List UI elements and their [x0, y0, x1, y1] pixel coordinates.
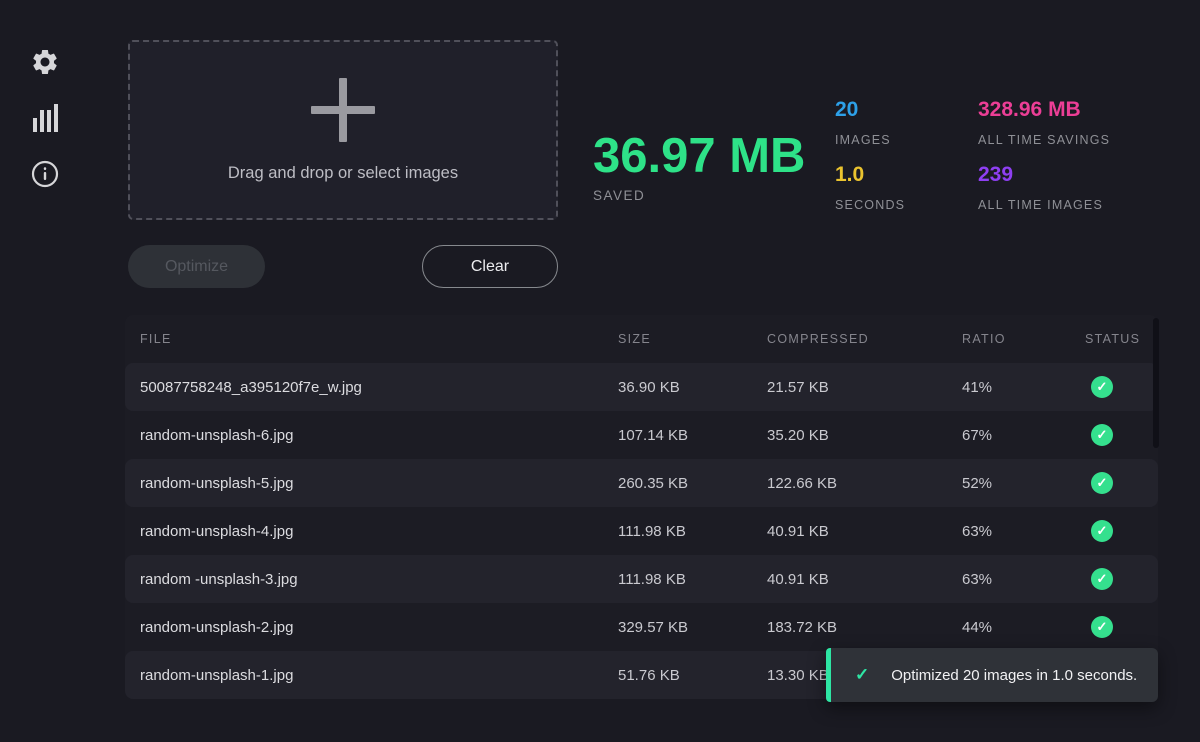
- gear-icon: [30, 47, 60, 77]
- file-name: random-unsplash-4.jpg: [140, 523, 618, 540]
- file-ratio: 63%: [962, 571, 1085, 588]
- optimize-button[interactable]: Optimize: [128, 245, 265, 288]
- file-compressed: 21.57 KB: [767, 379, 962, 396]
- clear-button[interactable]: Clear: [422, 245, 558, 288]
- file-size: 36.90 KB: [618, 379, 767, 396]
- file-size: 51.76 KB: [618, 667, 767, 684]
- file-ratio: 63%: [962, 523, 1085, 540]
- stat-column-session: 20 IMAGES 1.0 SECONDS: [835, 99, 905, 229]
- file-name: random-unsplash-1.jpg: [140, 667, 618, 684]
- file-ratio: 52%: [962, 475, 1085, 492]
- alltime-savings-value: 328.96 MB: [978, 99, 1110, 120]
- table-row[interactable]: random-unsplash-2.jpg 329.57 KB 183.72 K…: [125, 603, 1158, 651]
- stat-column-alltime: 328.96 MB ALL TIME SAVINGS 239 ALL TIME …: [978, 99, 1110, 229]
- file-size: 111.98 KB: [618, 523, 767, 540]
- bar-chart-icon: [31, 102, 59, 134]
- file-table: FILE SIZE COMPRESSED RATIO STATUS 500877…: [125, 315, 1158, 699]
- file-ratio: 44%: [962, 619, 1085, 636]
- column-header-compressed: COMPRESSED: [767, 332, 962, 346]
- file-ratio: 67%: [962, 427, 1085, 444]
- table-row[interactable]: random-unsplash-4.jpg 111.98 KB 40.91 KB…: [125, 507, 1158, 555]
- images-value: 20: [835, 99, 905, 120]
- file-size: 329.57 KB: [618, 619, 767, 636]
- table-row[interactable]: random-unsplash-5.jpg 260.35 KB 122.66 K…: [125, 459, 1158, 507]
- info-icon: [31, 160, 59, 188]
- file-name: random-unsplash-6.jpg: [140, 427, 618, 444]
- file-ratio: 41%: [962, 379, 1085, 396]
- file-name: random-unsplash-2.jpg: [140, 619, 618, 636]
- sidebar-item-info[interactable]: [28, 157, 62, 191]
- file-compressed: 40.91 KB: [767, 523, 962, 540]
- toast-notification: ✓ Optimized 20 images in 1.0 seconds.: [826, 648, 1158, 702]
- table-row[interactable]: 50087758248_a395120f7e_w.jpg 36.90 KB 21…: [125, 363, 1158, 411]
- file-size: 260.35 KB: [618, 475, 767, 492]
- dropzone-label: Drag and drop or select images: [228, 164, 458, 183]
- saved-value: 36.97 MB: [593, 130, 805, 184]
- alltime-savings-label: ALL TIME SAVINGS: [978, 133, 1110, 147]
- file-name: random -unsplash-3.jpg: [140, 571, 618, 588]
- table-header-row: FILE SIZE COMPRESSED RATIO STATUS: [125, 315, 1158, 363]
- toast-check-icon: ✓: [855, 665, 869, 685]
- table-scrollbar-thumb[interactable]: [1153, 318, 1159, 448]
- file-name: 50087758248_a395120f7e_w.jpg: [140, 379, 618, 396]
- success-check-icon: ✓: [1091, 568, 1113, 590]
- success-check-icon: ✓: [1091, 376, 1113, 398]
- seconds-label: SECONDS: [835, 198, 905, 212]
- column-header-size: SIZE: [618, 332, 767, 346]
- plus-icon: [311, 78, 375, 142]
- alltime-images-value: 239: [978, 164, 1110, 185]
- table-row[interactable]: random-unsplash-6.jpg 107.14 KB 35.20 KB…: [125, 411, 1158, 459]
- saved-label: SAVED: [593, 188, 805, 203]
- seconds-value: 1.0: [835, 164, 905, 185]
- sidebar: [0, 0, 90, 742]
- dropzone[interactable]: Drag and drop or select images: [128, 40, 558, 220]
- file-size: 111.98 KB: [618, 571, 767, 588]
- file-name: random-unsplash-5.jpg: [140, 475, 618, 492]
- file-compressed: 35.20 KB: [767, 427, 962, 444]
- file-size: 107.14 KB: [618, 427, 767, 444]
- column-header-ratio: RATIO: [962, 332, 1085, 346]
- success-check-icon: ✓: [1091, 616, 1113, 638]
- file-compressed: 183.72 KB: [767, 619, 962, 636]
- table-row[interactable]: random -unsplash-3.jpg 111.98 KB 40.91 K…: [125, 555, 1158, 603]
- sidebar-item-statistics[interactable]: [28, 101, 62, 135]
- images-label: IMAGES: [835, 133, 905, 147]
- sidebar-item-settings[interactable]: [28, 45, 62, 79]
- success-check-icon: ✓: [1091, 472, 1113, 494]
- file-compressed: 122.66 KB: [767, 475, 962, 492]
- stat-saved: 36.97 MB SAVED: [593, 130, 805, 203]
- success-check-icon: ✓: [1091, 520, 1113, 542]
- file-compressed: 40.91 KB: [767, 571, 962, 588]
- success-check-icon: ✓: [1091, 424, 1113, 446]
- column-header-file: FILE: [140, 332, 618, 346]
- alltime-images-label: ALL TIME IMAGES: [978, 198, 1110, 212]
- column-header-status: STATUS: [1085, 332, 1143, 346]
- toast-message: Optimized 20 images in 1.0 seconds.: [891, 667, 1137, 684]
